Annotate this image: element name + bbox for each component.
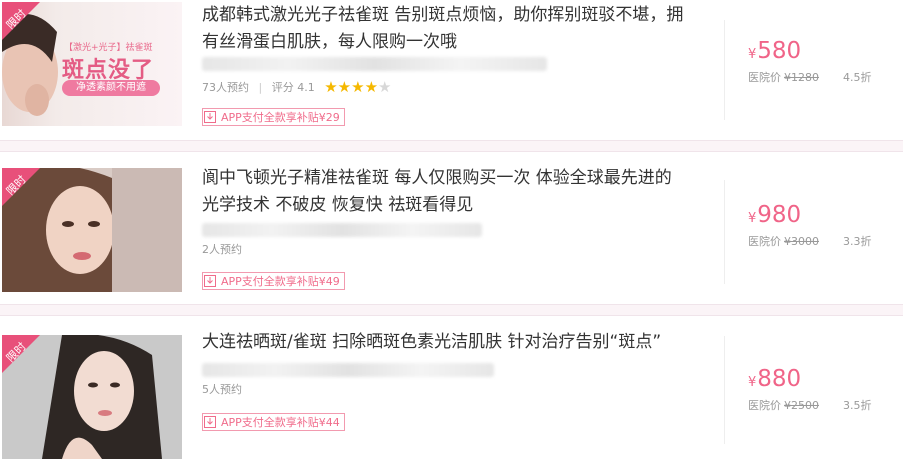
rating-stars: ★★★★★ <box>324 80 391 95</box>
divider <box>724 180 725 284</box>
blurred-text <box>202 363 494 377</box>
product-title[interactable]: 大连祛晒斑/雀斑 扫除晒斑色素光洁肌肤 针对治疗告别“斑点” <box>202 329 722 356</box>
hospital-price: 医院价 ¥3000 <box>748 233 819 249</box>
price-value: 580 <box>757 38 802 64</box>
rating-score: 评分 4.1 <box>271 81 315 94</box>
product-meta: 5人预约 <box>202 381 242 397</box>
title-line: 光学技术 不破皮 恢复快 祛斑看得见 <box>202 195 474 215</box>
hospital-price-value: ¥2500 <box>784 399 819 412</box>
title-line: 成都韩式激光光子祛雀斑 告别斑点烦恼，助你挥别斑驳不堪，拥 <box>202 5 684 25</box>
price: ¥880 <box>748 366 801 392</box>
download-icon <box>203 109 217 125</box>
booking-count: 2人预约 <box>202 243 242 256</box>
price-value: 980 <box>757 202 802 228</box>
price: ¥980 <box>748 202 801 228</box>
app-subsidy-badge: APP支付全款享补贴¥49 <box>202 272 345 290</box>
promo-label: APP支付全款享补贴¥29 <box>221 111 340 124</box>
blurred-text <box>202 223 482 237</box>
hospital-price-value: ¥3000 <box>784 235 819 248</box>
currency-symbol: ¥ <box>748 47 757 62</box>
star-icon: ★ <box>324 78 338 96</box>
booking-count: 73人预约 <box>202 81 249 94</box>
product-card[interactable]: 限时 大连祛晒斑/雀斑 扫除晒斑色素光洁肌肤 针对治疗告别“斑点” 5人预约 A… <box>0 316 903 459</box>
promo-label: APP支付全款享补贴¥44 <box>221 416 340 429</box>
product-card[interactable]: 【激光+光子】祛雀斑 斑点没了 净透素颜不用遮 限时 成都韩式激光光子祛雀斑 告… <box>0 0 903 140</box>
promo-label: APP支付全款享补贴¥49 <box>221 275 340 288</box>
hospital-price: 医院价 ¥1280 <box>748 69 819 85</box>
product-thumbnail[interactable]: 【激光+光子】祛雀斑 斑点没了 净透素颜不用遮 限时 <box>2 2 182 126</box>
product-card[interactable]: 限时 阆中飞顿光子精准祛雀斑 每人仅限购买一次 体验全球最先进的 光学技术 不破… <box>0 152 903 300</box>
card-separator <box>0 140 903 152</box>
product-title[interactable]: 成都韩式激光光子祛雀斑 告别斑点烦恼，助你挥别斑驳不堪，拥 有丝滑蛋白肌肤，每人… <box>202 2 722 56</box>
product-meta: 73人预约 | 评分 4.1 ★★★★★ <box>202 78 392 96</box>
discount: 3.3折 <box>843 235 872 248</box>
app-subsidy-badge: APP支付全款享补贴¥29 <box>202 108 345 126</box>
title-line: 大连祛晒斑/雀斑 扫除晒斑色素光洁肌肤 针对治疗告别“斑点” <box>202 332 662 352</box>
download-icon <box>203 414 217 430</box>
price-value: 880 <box>757 366 802 392</box>
currency-symbol: ¥ <box>748 211 757 226</box>
product-meta: 2人预约 <box>202 241 242 257</box>
booking-count: 5人预约 <box>202 383 242 396</box>
discount: 4.5折 <box>843 71 872 84</box>
divider <box>724 20 725 120</box>
card-separator <box>0 304 903 316</box>
hospital-price-value: ¥1280 <box>784 71 819 84</box>
star-icon: ★ <box>351 78 365 96</box>
discount: 3.5折 <box>843 399 872 412</box>
hospital-price-label: 医院价 <box>748 71 781 84</box>
blurred-text <box>202 57 547 71</box>
download-icon <box>203 273 217 289</box>
star-icon: ★ <box>337 78 352 96</box>
thumb-subtitle: 净透素颜不用遮 <box>62 80 160 96</box>
product-title[interactable]: 阆中飞顿光子精准祛雀斑 每人仅限购买一次 体验全球最先进的 光学技术 不破皮 恢… <box>202 165 722 219</box>
title-line: 有丝滑蛋白肌肤，每人限购一次哦 <box>202 32 457 52</box>
hospital-price-label: 医院价 <box>748 235 781 248</box>
divider <box>724 336 725 444</box>
currency-symbol: ¥ <box>748 375 757 390</box>
star-icon: ★ <box>364 78 379 96</box>
product-thumbnail[interactable]: 限时 <box>2 168 182 292</box>
hospital-price: 医院价 ¥2500 <box>748 397 819 413</box>
title-line: 阆中飞顿光子精准祛雀斑 每人仅限购买一次 体验全球最先进的 <box>202 168 672 188</box>
hospital-price-label: 医院价 <box>748 399 781 412</box>
star-empty-icon: ★ <box>378 78 392 96</box>
price: ¥580 <box>748 38 801 64</box>
app-subsidy-badge: APP支付全款享补贴¥44 <box>202 413 345 431</box>
product-thumbnail[interactable]: 限时 <box>2 335 182 459</box>
